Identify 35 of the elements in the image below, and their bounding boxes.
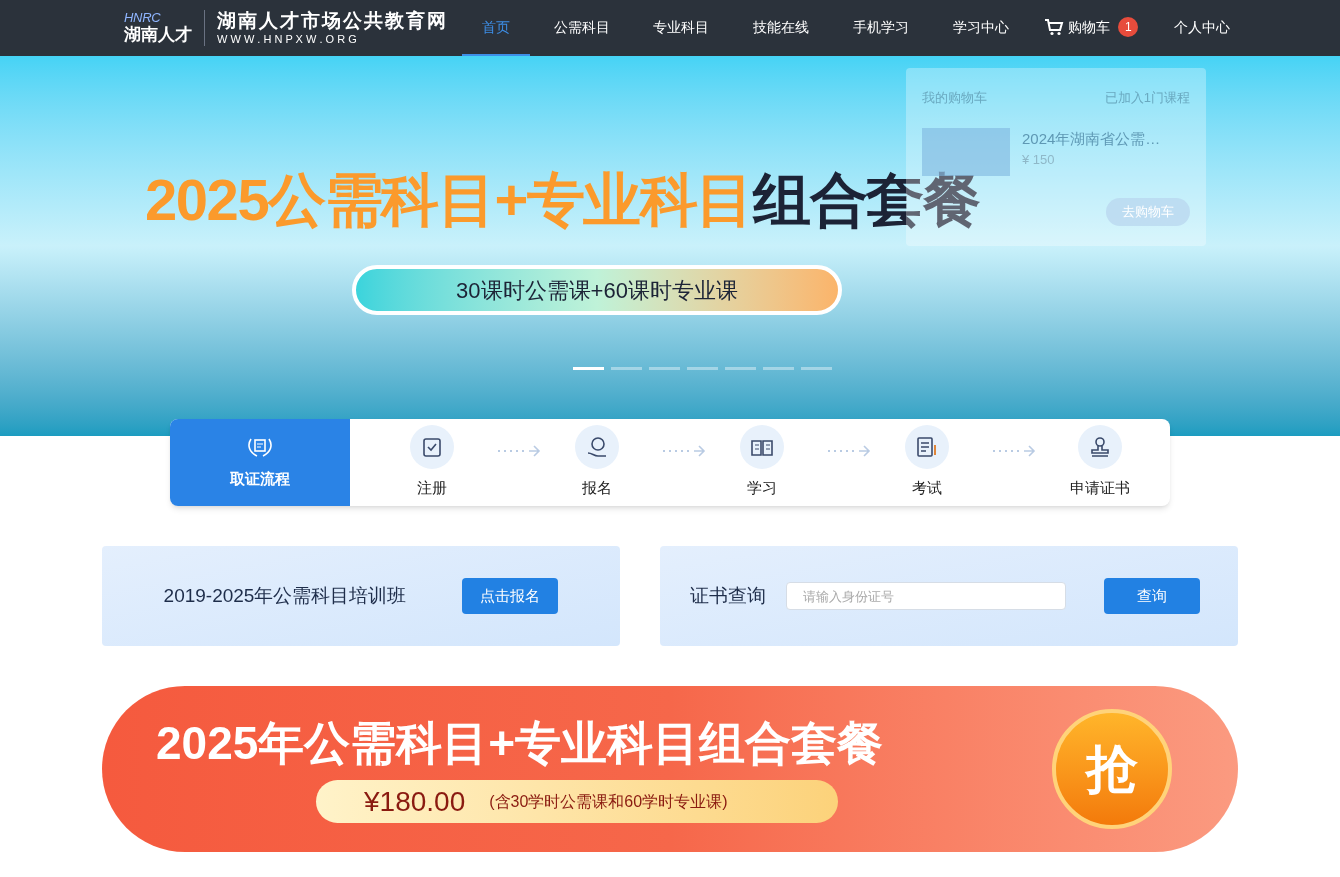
promo-note: (含30学时公需课和60学时专业课) <box>489 791 728 812</box>
query-button[interactable]: 查询 <box>1104 578 1200 614</box>
step-label: 学习 <box>747 478 777 499</box>
hero-subline-pill: 30课时公需课+60课时专业课 <box>352 265 842 315</box>
arrow-icon <box>497 444 541 457</box>
nav-link[interactable]: 学习中心 <box>932 0 1029 56</box>
site-title: 湖南人才市场公共教育网 <box>217 9 448 33</box>
promo-headline: 2025年公需科目+专业科目组合套餐 <box>156 715 884 771</box>
process-title: 取证流程 <box>230 469 290 490</box>
arrow-icon <box>992 444 1036 457</box>
arrow-icon <box>662 444 706 457</box>
cart-icon <box>1044 18 1065 36</box>
promo-price: ¥180.00 <box>364 784 466 819</box>
nav-link[interactable]: 手机学习 <box>832 0 929 56</box>
cart-link[interactable]: 购物车 1 <box>1032 0 1151 56</box>
nav-link[interactable]: 公需科目 <box>533 0 630 56</box>
cart-popup-title: 我的购物车 <box>922 89 987 107</box>
nav-link[interactable]: 个人中心 <box>1153 0 1250 56</box>
step-label: 申请证书 <box>1070 478 1130 499</box>
logo-mark: HNRC <box>124 10 161 24</box>
hero-headline-suffix: 组合套餐 <box>753 171 980 229</box>
site-url: W W W . H N P X W . O R G <box>217 33 358 47</box>
id-number-input-field[interactable]: 请输入身份证号 <box>786 582 1066 610</box>
step-label: 报名 <box>582 478 612 499</box>
step-label: 注册 <box>417 478 447 499</box>
enroll-button[interactable]: 点击报名 <box>462 578 559 614</box>
arrow-icon <box>827 444 871 457</box>
cart-item-title: 2024年湖南省公需… <box>1022 128 1161 149</box>
training-class-text: 2019-2025年公需科目培训班 <box>163 583 407 608</box>
nav-link[interactable]: 技能在线 <box>733 0 830 56</box>
certificate-query-label: 证书查询 <box>690 583 766 608</box>
nav-link[interactable]: 专业科目 <box>633 0 730 56</box>
cart-count-badge: 1 <box>1118 17 1139 37</box>
step-label: 考试 <box>912 478 942 499</box>
logo-name: 湖南人才 <box>124 23 192 46</box>
